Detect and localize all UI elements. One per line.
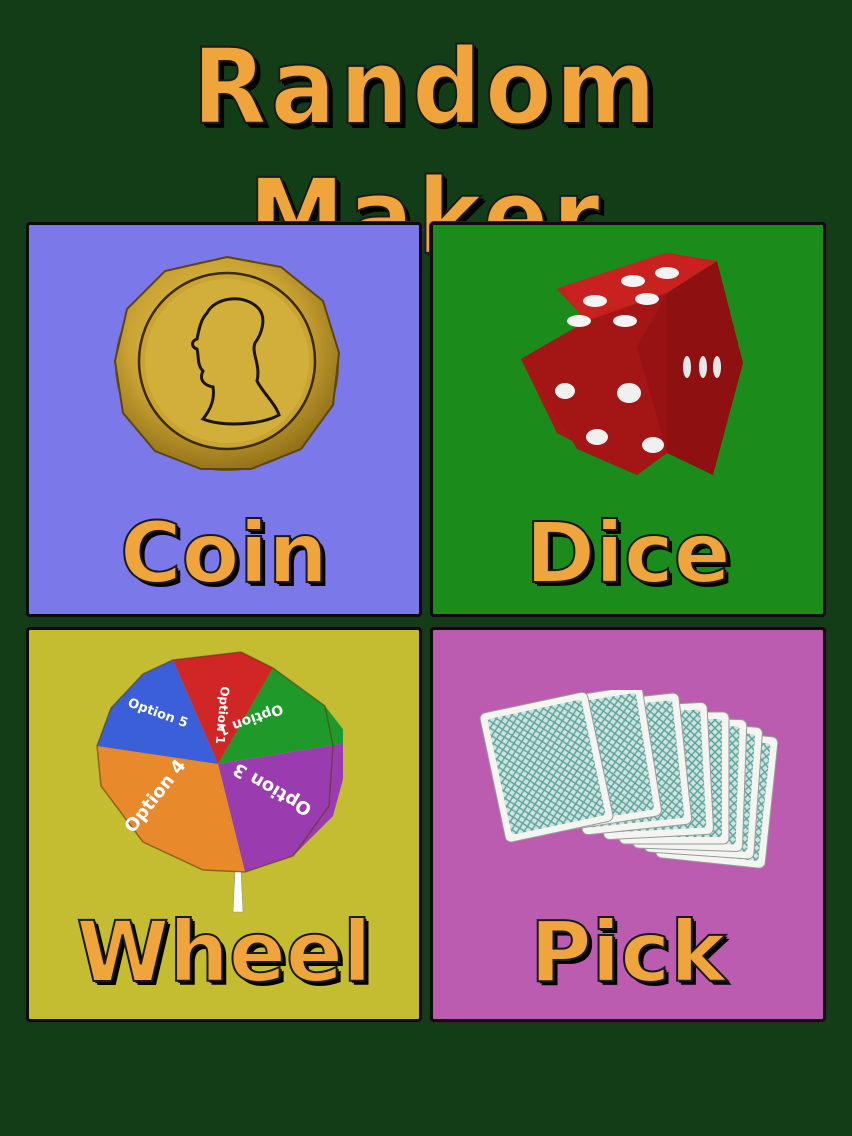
coin-mode-button[interactable]: Coin	[26, 222, 422, 617]
main-menu-screen: Random Maker Coin Dice Option 1 Option 1…	[0, 0, 852, 1136]
wheel-icon: Option 1 Option 1 Option 3 Option 4 Opti…	[93, 646, 343, 916]
pick-mode-button[interactable]: Pick	[430, 627, 826, 1022]
pick-label: Pick	[529, 902, 727, 1002]
dice-label: Dice	[524, 503, 731, 603]
dice-mode-button[interactable]: Dice	[430, 222, 826, 617]
wheel-mode-button[interactable]: Option 1 Option 1 Option 3 Option 4 Opti…	[26, 627, 422, 1022]
dice-icon	[517, 253, 743, 479]
cards-icon	[469, 690, 789, 880]
coin-icon	[111, 253, 343, 471]
coin-label: Coin	[119, 503, 329, 603]
wheel-label: Wheel	[75, 902, 372, 1002]
